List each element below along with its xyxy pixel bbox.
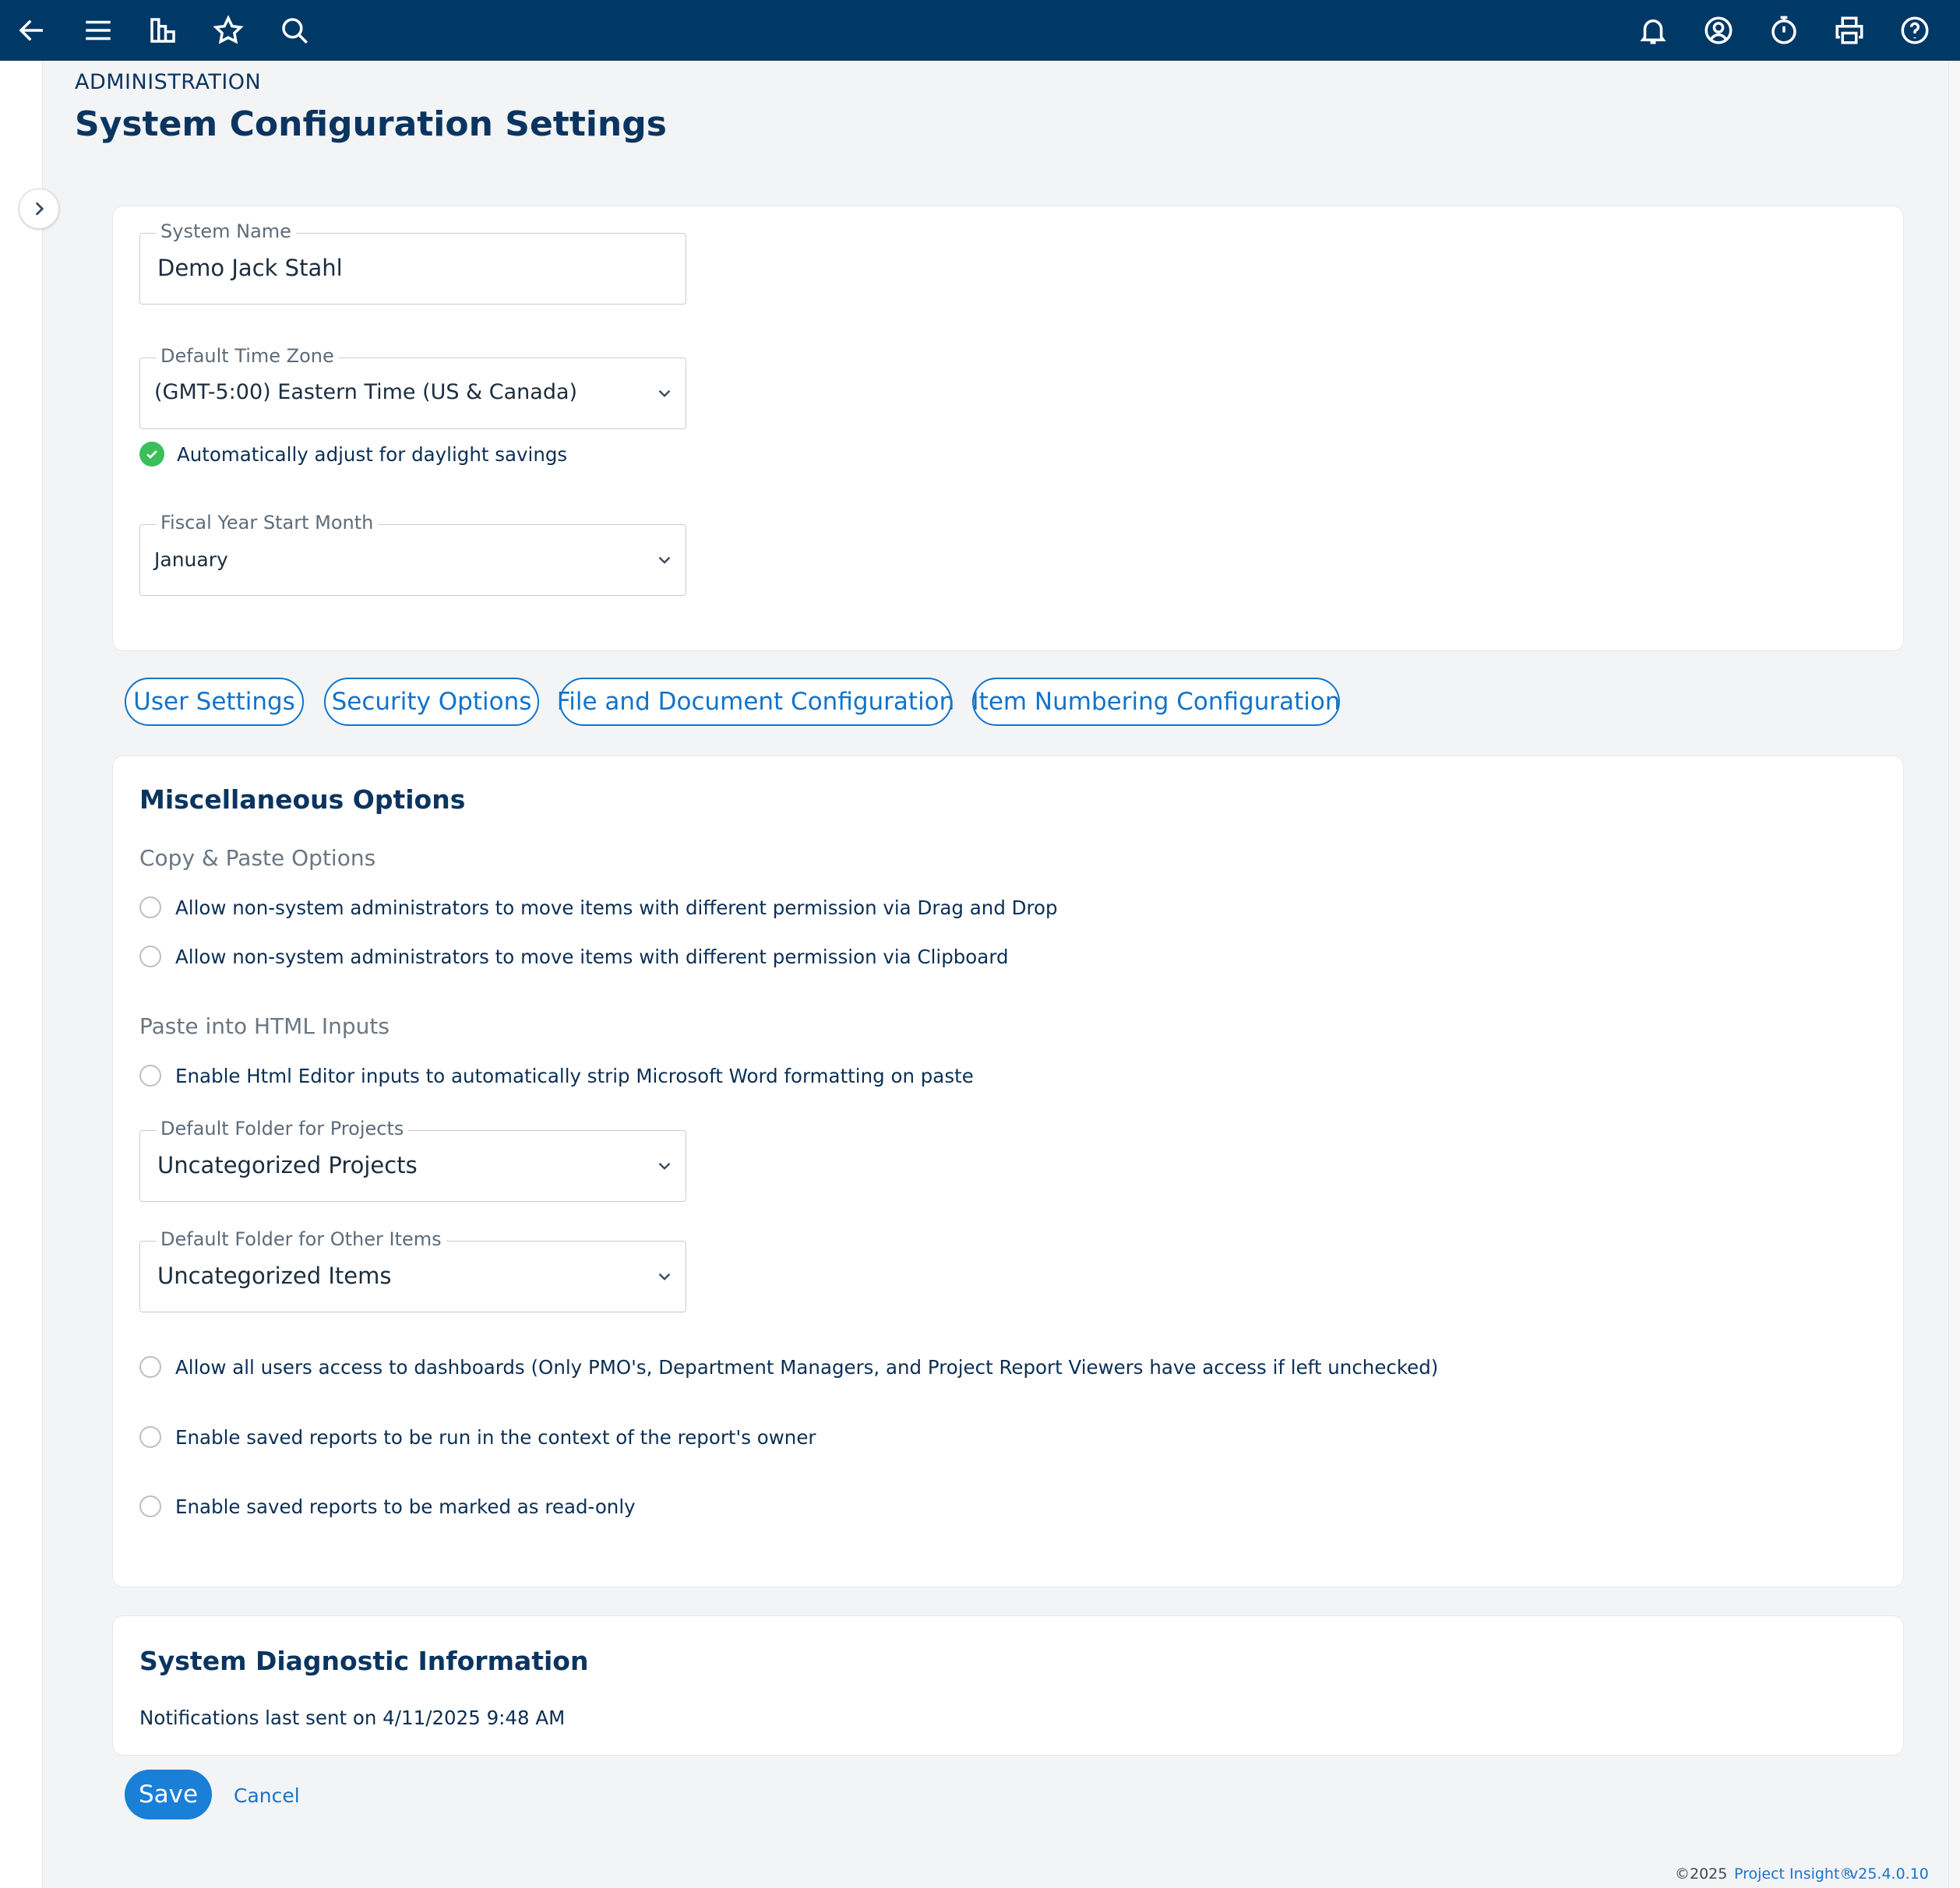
miscellaneous-options-card: Miscellaneous Options Copy & Paste Optio…	[112, 756, 1904, 1587]
fiscal-year-select[interactable]: Fiscal Year Start Month January	[139, 512, 686, 596]
misc-options-title: Miscellaneous Options	[139, 784, 466, 815]
drag-drop-permission-checkbox[interactable]: Allow non-system administrators to move …	[139, 893, 1058, 921]
tab-user-settings[interactable]: User Settings	[125, 678, 304, 726]
tab-file-document-configuration[interactable]: File and Document Configuration	[557, 678, 954, 726]
option-label: Allow non-system administrators to move …	[175, 896, 1058, 919]
option-label: Enable Html Editor inputs to automatical…	[175, 1064, 974, 1087]
default-folder-projects-label: Default Folder for Projects	[156, 1118, 409, 1139]
copy-paste-subtitle: Copy & Paste Options	[139, 845, 376, 871]
top-navigation-bar	[0, 0, 1960, 61]
chevron-right-icon	[35, 202, 44, 216]
default-folder-other-label: Default Folder for Other Items	[156, 1228, 446, 1250]
notifications-last-sent: Notifications last sent on 4/11/2025 9:4…	[139, 1707, 566, 1729]
chevron-down-icon	[654, 383, 675, 403]
checkbox-circle	[139, 1495, 161, 1517]
diagnostic-title: System Diagnostic Information	[139, 1646, 589, 1676]
time-zone-label: Default Time Zone	[156, 345, 339, 367]
help-icon[interactable]	[1895, 10, 1935, 51]
system-name-value: Demo Jack Stahl	[157, 255, 343, 281]
star-icon[interactable]	[208, 10, 249, 51]
checkbox-circle	[139, 1065, 161, 1087]
bell-icon[interactable]	[1633, 10, 1673, 51]
footer-copyright: ©2025	[1675, 1865, 1728, 1883]
tab-security-options[interactable]: Security Options	[324, 678, 539, 726]
system-name-field[interactable]: System Name Demo Jack Stahl	[139, 220, 686, 305]
fiscal-year-value: January	[154, 548, 228, 571]
user-circle-icon[interactable]	[1698, 10, 1739, 51]
checkbox-circle	[139, 896, 161, 918]
time-zone-select[interactable]: Default Time Zone (GMT-5:00) Eastern Tim…	[139, 345, 686, 429]
tab-item-numbering-configuration[interactable]: Item Numbering Configuration	[972, 678, 1341, 726]
checkmark-icon	[139, 442, 164, 467]
option-label: Allow all users access to dashboards (On…	[175, 1355, 1439, 1379]
checkbox-circle	[139, 1426, 161, 1448]
menu-icon[interactable]	[78, 10, 118, 51]
system-name-label: System Name	[156, 220, 296, 242]
chevron-down-icon	[654, 550, 675, 570]
system-diagnostic-card: System Diagnostic Information Notificati…	[112, 1615, 1904, 1756]
paste-html-subtitle: Paste into HTML Inputs	[139, 1013, 390, 1039]
option-label: Enable saved reports to be run in the co…	[175, 1425, 816, 1449]
footer-version: v25.4.0.10	[1849, 1865, 1929, 1883]
default-folder-projects-value: Uncategorized Projects	[157, 1152, 418, 1178]
cancel-link[interactable]: Cancel	[234, 1784, 300, 1807]
default-folder-projects-select[interactable]: Default Folder for Projects Uncategorize…	[139, 1118, 686, 1202]
chevron-down-icon	[654, 1266, 675, 1287]
search-icon[interactable]	[274, 10, 315, 51]
left-sidebar-rail	[0, 61, 43, 1888]
option-label: Allow non-system administrators to move …	[175, 945, 1009, 968]
checkbox-circle	[139, 1356, 161, 1378]
general-settings-card: System Name Demo Jack Stahl Default Time…	[112, 206, 1904, 651]
breadcrumb: ADMINISTRATION	[75, 70, 262, 94]
chevron-down-icon	[654, 1156, 675, 1176]
dashboard-icon[interactable]	[143, 10, 183, 51]
page-scrollbar[interactable]	[1948, 61, 1960, 1888]
sidebar-expand-button[interactable]	[19, 188, 59, 229]
daylight-savings-label: Automatically adjust for daylight saving…	[177, 442, 568, 466]
default-folder-other-value: Uncategorized Items	[157, 1263, 392, 1289]
daylight-savings-checkbox[interactable]: Automatically adjust for daylight saving…	[139, 440, 567, 468]
clipboard-permission-checkbox[interactable]: Allow non-system administrators to move …	[139, 942, 1009, 970]
time-zone-value: (GMT-5:00) Eastern Time (US & Canada)	[154, 380, 578, 404]
checkbox-circle	[139, 946, 161, 967]
printer-icon[interactable]	[1829, 10, 1870, 51]
dashboard-access-checkbox[interactable]: Allow all users access to dashboards (On…	[139, 1353, 1438, 1381]
page-title: System Configuration Settings	[75, 104, 667, 144]
report-owner-context-checkbox[interactable]: Enable saved reports to be run in the co…	[139, 1423, 816, 1451]
strip-word-formatting-checkbox[interactable]: Enable Html Editor inputs to automatical…	[139, 1062, 974, 1090]
default-folder-other-select[interactable]: Default Folder for Other Items Uncategor…	[139, 1228, 686, 1312]
option-label: Enable saved reports to be marked as rea…	[175, 1495, 636, 1518]
report-read-only-checkbox[interactable]: Enable saved reports to be marked as rea…	[139, 1492, 636, 1520]
back-arrow-icon[interactable]	[12, 10, 52, 51]
fiscal-year-label: Fiscal Year Start Month	[156, 512, 379, 534]
save-button[interactable]: Save	[125, 1770, 212, 1819]
timer-icon[interactable]	[1764, 10, 1804, 51]
footer-brand-link[interactable]: Project Insight®	[1734, 1865, 1854, 1883]
